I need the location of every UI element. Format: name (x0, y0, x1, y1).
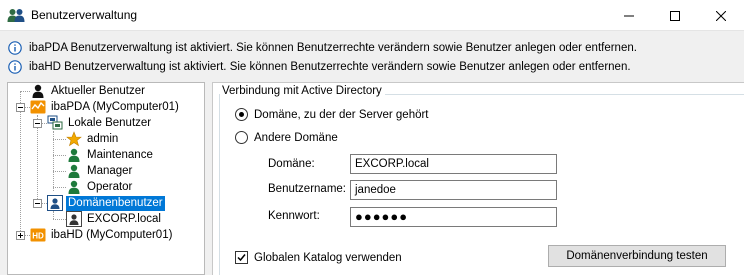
collapse-toggle-local-users[interactable] (33, 119, 42, 128)
tree-item-label: Operator (87, 180, 133, 193)
tree-item-label: Lokale Benutzer (68, 116, 152, 129)
minimize-button[interactable] (606, 0, 652, 31)
tree-item-user-manager[interactable]: Manager (66, 163, 134, 179)
ibahd-server-icon: HD (30, 228, 46, 242)
radio-button[interactable] (235, 131, 248, 144)
username-field[interactable]: janedoe (350, 180, 557, 200)
tree-connector (20, 91, 21, 239)
domain-users-icon (47, 195, 63, 211)
tree-item-label: ibaHD (MyComputer01) (51, 228, 173, 241)
minimize-icon (624, 15, 634, 16)
tree-item-label: Maintenance (87, 148, 153, 161)
checkmark-icon (237, 254, 246, 262)
radio-label: Andere Domäne (254, 131, 338, 144)
admin-star-icon (66, 131, 82, 147)
tree-item-domain[interactable]: EXCORP.local (66, 211, 163, 227)
tree-item-ibahd[interactable]: HD ibaHD (MyComputer01) (30, 227, 174, 243)
info-icon (8, 41, 22, 55)
tree-connector (37, 115, 38, 207)
expand-toggle-ibahd[interactable] (16, 231, 25, 240)
tree-connector (53, 155, 66, 156)
radio-button-checked[interactable] (235, 108, 248, 121)
user-tree[interactable]: Aktueller Benutzer ibaPDA (MyComputer01)… (7, 82, 205, 275)
radio-server-domain[interactable]: Domäne, zu der der Server gehört (235, 108, 429, 121)
test-domain-connection-button[interactable]: Domänenverbindung testen (548, 245, 726, 267)
user-icon (68, 164, 80, 178)
tree-item-user-admin[interactable]: admin (66, 131, 120, 147)
tree-item-label: admin (87, 132, 119, 145)
tree-item-ibapda[interactable]: ibaPDA (MyComputer01) (30, 99, 181, 115)
checkbox-label: Globalen Katalog verwenden (254, 251, 402, 264)
tree-item-user-operator[interactable]: Operator (66, 179, 134, 195)
tree-connector (20, 91, 30, 92)
tree-connector (53, 211, 54, 219)
collapse-toggle-ibapda[interactable] (16, 103, 25, 112)
tree-connector (53, 131, 54, 191)
global-catalog-checkbox[interactable]: Globalen Katalog verwenden (235, 251, 402, 264)
tree-item-label: Aktueller Benutzer (51, 84, 145, 97)
tree-connector (53, 171, 66, 172)
tree-item-user-maintenance[interactable]: Maintenance (66, 147, 155, 163)
domain-field[interactable]: EXCORP.local (350, 154, 557, 174)
password-field[interactable]: ●●●●●● (350, 207, 557, 227)
info-text: ibaPDA Benutzerverwaltung ist aktiviert.… (29, 42, 637, 54)
collapse-toggle-domain-users[interactable] (33, 199, 42, 208)
info-message-ibahd: ibaHD Benutzerverwaltung ist aktiviert. … (8, 58, 631, 76)
ibapda-server-icon (30, 100, 46, 114)
tree-item-local-users[interactable]: Lokale Benutzer (47, 115, 153, 131)
group-title: Verbindung mit Active Directory (220, 85, 385, 97)
tree-item-label: ibaPDA (MyComputer01) (51, 100, 179, 113)
user-icon (32, 84, 44, 98)
tree-item-label: Domänenbenutzer (66, 195, 165, 211)
user-icon (68, 148, 80, 162)
maximize-icon (670, 10, 680, 21)
title-bar: Benutzerverwaltung (0, 0, 744, 31)
radio-other-domain[interactable]: Andere Domäne (235, 131, 338, 144)
domain-label: Domäne: (268, 158, 315, 170)
tree-item-domain-users[interactable]: Domänenbenutzer (47, 195, 165, 211)
tree-item-label: Manager (87, 164, 133, 177)
tree-connector (53, 139, 66, 140)
tree-item-current-user[interactable]: Aktueller Benutzer (30, 83, 147, 99)
info-icon (8, 60, 22, 74)
maximize-button[interactable] (652, 0, 698, 31)
close-button[interactable] (698, 0, 744, 31)
checkbox-checked[interactable] (235, 251, 248, 264)
user-icon (68, 180, 80, 194)
close-icon (716, 10, 726, 21)
info-message-ibapda: ibaPDA Benutzerverwaltung ist aktiviert.… (8, 39, 637, 57)
window-title: Benutzerverwaltung (31, 8, 138, 22)
info-text: ibaHD Benutzerverwaltung ist aktiviert. … (29, 61, 631, 73)
users-icon (7, 9, 25, 22)
password-label: Kennwort: (268, 210, 320, 222)
tree-item-label: EXCORP.local (87, 212, 161, 225)
tree-connector (53, 187, 66, 188)
domain-icon (66, 211, 82, 227)
radio-label: Domäne, zu der der Server gehört (254, 108, 429, 121)
username-label: Benutzername: (268, 183, 346, 195)
tree-connector (53, 219, 66, 220)
svg-text:HD: HD (32, 232, 44, 241)
local-users-icon (47, 115, 63, 130)
